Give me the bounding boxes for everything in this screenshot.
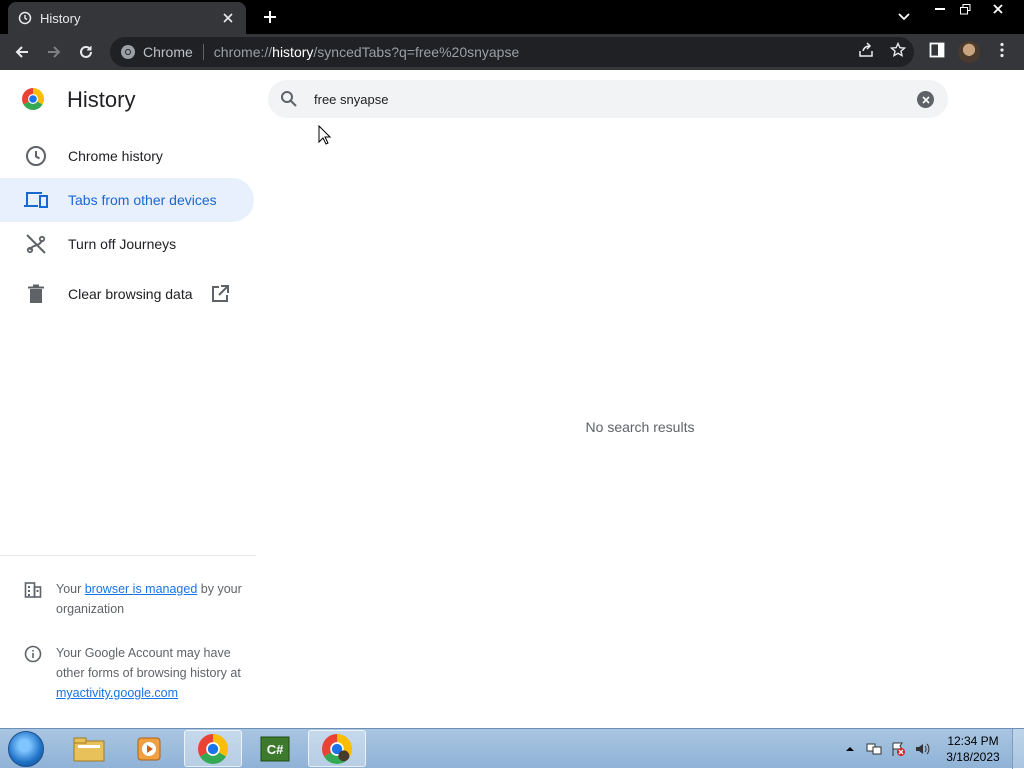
- empty-state-message: No search results: [585, 419, 695, 435]
- sidebar-item-label: Turn off Journeys: [68, 236, 177, 252]
- file-explorer-icon[interactable]: [60, 730, 118, 767]
- chrome-profile-taskbar-icon[interactable]: [308, 730, 366, 767]
- start-orb-button[interactable]: [8, 731, 44, 767]
- managed-browser-notice: Your browser is managed by your organiza…: [24, 579, 244, 619]
- url-path: /syncedTabs?q=free%20snyapse: [313, 44, 520, 60]
- volume-icon[interactable]: [914, 729, 930, 769]
- chrome-logo-icon: [120, 44, 136, 60]
- url-scheme: chrome://: [213, 44, 273, 60]
- action-center-flag-icon[interactable]: [890, 729, 906, 769]
- page-title: History: [67, 87, 136, 112]
- windows-taskbar: C# 12:34 PM 3/18/2023: [0, 728, 1024, 769]
- side-panel-icon[interactable]: [928, 41, 946, 59]
- clock-date: 3/18/2023: [946, 750, 1000, 764]
- chrome-taskbar-icon[interactable]: [184, 730, 242, 767]
- reload-button[interactable]: [74, 40, 98, 64]
- show-desktop-button[interactable]: [1012, 729, 1024, 769]
- restore-button[interactable]: [954, 0, 976, 18]
- system-clock[interactable]: 12:34 PM 3/18/2023: [940, 733, 1006, 765]
- svg-text:C#: C#: [267, 742, 284, 757]
- browser-managed-link[interactable]: browser is managed: [85, 582, 198, 596]
- back-button[interactable]: [10, 40, 34, 64]
- mouse-cursor-icon: [318, 124, 332, 145]
- history-page: History Chrome history Tabs from other d…: [0, 70, 1024, 728]
- history-icon: [18, 11, 32, 25]
- bookmark-star-icon[interactable]: [889, 41, 907, 59]
- close-window-button[interactable]: [984, 0, 1012, 18]
- forward-button[interactable]: [42, 40, 66, 64]
- url-host: history: [272, 44, 314, 60]
- sidebar-item-chrome-history[interactable]: Chrome history: [0, 134, 254, 178]
- account-history-notice: Your Google Account may have other forms…: [24, 643, 244, 703]
- browser-titlebar: History: [0, 0, 1024, 34]
- sidebar-item-label: Clear browsing data: [68, 286, 193, 302]
- info-icon: [24, 645, 42, 663]
- sidebar-item-clear-browsing-data[interactable]: Clear browsing data: [0, 272, 254, 316]
- history-search-bar[interactable]: [268, 80, 948, 118]
- clock-time: 12:34 PM: [947, 734, 999, 748]
- new-tab-button[interactable]: [258, 6, 282, 28]
- tab-title: History: [40, 10, 81, 26]
- chrome-logo-icon: [22, 88, 44, 110]
- sidebar-item-turn-off-journeys[interactable]: Turn off Journeys: [0, 222, 254, 266]
- menu-kebab-icon[interactable]: [993, 41, 1011, 59]
- tab-close-icon[interactable]: [220, 10, 236, 26]
- building-icon: [24, 581, 42, 599]
- journeys-off-icon: [24, 232, 48, 256]
- myactivity-link[interactable]: myactivity.google.com: [56, 686, 178, 700]
- sidebar-item-label: Tabs from other devices: [68, 192, 217, 208]
- search-input[interactable]: [314, 88, 894, 110]
- clear-search-icon[interactable]: [917, 91, 934, 108]
- sidebar-divider: [0, 555, 256, 556]
- managed-text-pre: Your: [56, 582, 85, 596]
- tab-search-chevron-icon[interactable]: [894, 8, 914, 26]
- sidebar-item-tabs-other-devices[interactable]: Tabs from other devices: [0, 178, 254, 222]
- open-in-new-icon: [211, 285, 229, 303]
- address-bar[interactable]: Chrome chrome://history/syncedTabs?q=fre…: [110, 37, 914, 67]
- account-text: Your Google Account may have other forms…: [56, 646, 241, 680]
- trash-icon: [24, 282, 48, 306]
- search-icon: [280, 90, 298, 108]
- network-icon[interactable]: [866, 729, 882, 769]
- omnibox-divider: [202, 44, 204, 60]
- sidebar-item-label: Chrome history: [68, 148, 163, 164]
- profile-avatar[interactable]: [958, 41, 980, 63]
- browser-toolbar: Chrome chrome://history/syncedTabs?q=fre…: [0, 34, 1024, 70]
- minimize-button[interactable]: [929, 0, 951, 18]
- show-hidden-icons-button[interactable]: [845, 729, 855, 769]
- share-icon[interactable]: [857, 41, 875, 59]
- visual-csharp-icon[interactable]: C#: [246, 730, 304, 767]
- tab-history[interactable]: History: [8, 2, 246, 34]
- site-chip-label: Chrome: [143, 44, 193, 60]
- devices-icon: [24, 188, 48, 212]
- media-player-icon[interactable]: [120, 730, 178, 767]
- clock-icon: [24, 144, 48, 168]
